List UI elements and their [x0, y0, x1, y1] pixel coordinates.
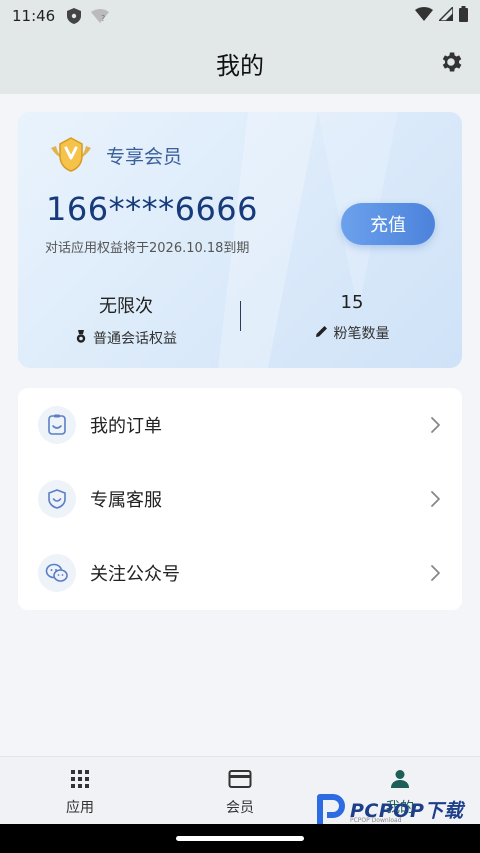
- menu-item-orders[interactable]: 我的订单: [18, 388, 462, 462]
- watermark-logo: PCPOP下载 PCPOP Download: [316, 793, 463, 825]
- person-icon: [388, 767, 412, 791]
- card-icon: [228, 767, 252, 791]
- page-title: 我的: [216, 51, 264, 80]
- menu-item-label: 我的订单: [90, 416, 162, 437]
- vip-card: 专享会员 166****6666 对话应用权益将于2026.10.18到期 充值…: [18, 112, 462, 368]
- medal-icon: [75, 329, 87, 347]
- watermark-subtext: PCPOP Download: [350, 817, 402, 824]
- stat-sessions: 无限次 普通会话权益: [26, 292, 226, 348]
- svg-text:?: ?: [101, 14, 105, 23]
- status-time: 11:46: [12, 7, 56, 25]
- orders-icon: [38, 406, 76, 444]
- wifi-icon: [415, 7, 433, 25]
- menu-item-wechat-account[interactable]: 关注公众号: [18, 536, 462, 610]
- grid-icon: [68, 767, 92, 791]
- vip-title: 专享会员: [106, 146, 183, 168]
- shield-icon: [67, 8, 82, 24]
- support-icon: [38, 480, 76, 518]
- stat-chalk-label: 粉笔数量: [333, 326, 390, 342]
- expiry-text: 对话应用权益将于2026.10.18到期: [45, 241, 250, 256]
- stat-sessions-value: 无限次: [99, 296, 153, 317]
- menu-list: 我的订单 专属客服 关注公众号: [18, 388, 462, 610]
- wechat-icon: [38, 554, 76, 592]
- chevron-right-icon: [428, 564, 442, 582]
- pencil-icon: [315, 325, 328, 342]
- tab-membership-label: 会员: [226, 800, 254, 816]
- phone-number: 166****6666: [46, 190, 259, 228]
- stat-chalk: 15 粉笔数量: [252, 292, 452, 343]
- tab-membership[interactable]: 会员: [190, 767, 290, 817]
- watermark-p-icon: [317, 794, 345, 824]
- menu-item-label: 关注公众号: [90, 564, 180, 585]
- wifi-question-icon: ?: [91, 9, 110, 23]
- stat-divider: [240, 301, 241, 331]
- status-bar: 11:46 ?: [0, 0, 480, 32]
- stat-chalk-value: 15: [340, 292, 364, 313]
- tab-apps[interactable]: 应用: [30, 767, 130, 817]
- tab-apps-label: 应用: [66, 800, 94, 816]
- home-gesture-handle[interactable]: [176, 836, 304, 841]
- menu-item-support[interactable]: 专属客服: [18, 462, 462, 536]
- chevron-right-icon: [428, 490, 442, 508]
- menu-item-label: 专属客服: [90, 490, 162, 511]
- signal-icon: [437, 5, 454, 25]
- system-nav-bar: [0, 824, 480, 853]
- stat-sessions-label: 普通会话权益: [93, 331, 177, 347]
- battery-icon: [459, 6, 468, 26]
- recharge-button[interactable]: 充值: [341, 203, 435, 245]
- chevron-right-icon: [428, 416, 442, 434]
- settings-gear-icon[interactable]: [436, 47, 466, 77]
- vip-badge-icon: [48, 134, 94, 174]
- app-bar: 我的: [0, 32, 480, 94]
